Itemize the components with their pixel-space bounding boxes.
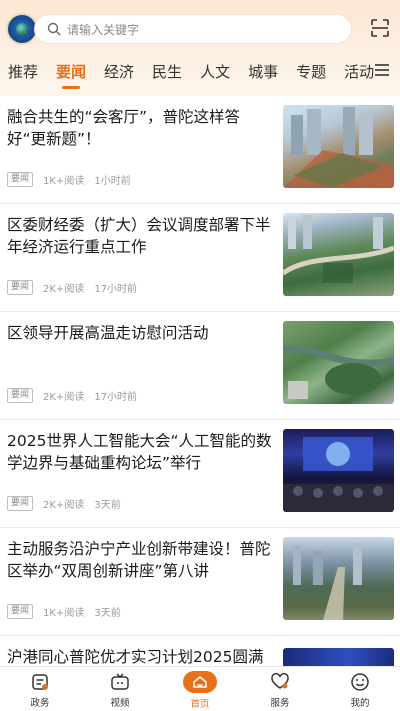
news-thumbnail — [283, 321, 394, 404]
read-count: 2K+阅读 — [43, 392, 85, 403]
tv-icon — [111, 673, 129, 690]
news-tag: 要闻 — [7, 496, 34, 511]
news-thumbnail — [283, 105, 394, 188]
news-title: 沪港同心普陀优才实习计划2025圆满收 — [7, 648, 264, 666]
tab-city[interactable]: 城事 — [248, 61, 278, 82]
news-item[interactable]: 融合共生的“会客厅”，普陀这样答好“更新题”！ 要闻 1K+阅读 1小时前 — [0, 96, 400, 204]
tab-topics[interactable]: 专题 — [296, 61, 326, 82]
news-item[interactable]: 主动服务沿沪宁产业创新带建设！普陀区举办“双周创新讲座”第八讲 要闻 1K+阅读… — [0, 528, 400, 636]
nav-label: 政务 — [30, 698, 50, 709]
publish-time: 3天前 — [94, 500, 121, 511]
tab-livelihood[interactable]: 民生 — [152, 61, 182, 82]
news-title: 2025世界人工智能大会“人工智能的数学边界与基础重构论坛”举行 — [7, 432, 272, 472]
news-meta: 要闻 2K+阅读 3天前 — [7, 496, 121, 511]
news-item[interactable]: 2025世界人工智能大会“人工智能的数学边界与基础重构论坛”举行 要闻 2K+阅… — [0, 420, 400, 528]
read-count: 1K+阅读 — [43, 176, 85, 187]
news-item[interactable]: 沪港同心普陀优才实习计划2025圆满收 — [0, 636, 400, 666]
nav-mine[interactable]: 我的 — [320, 667, 400, 709]
heart-hand-icon — [271, 673, 289, 689]
nav-government[interactable]: 政务 — [0, 667, 80, 709]
channel-tabs: 推荐 要闻 经济 民生 人文 城事 专题 活动 — [0, 56, 374, 86]
news-title: 融合共生的“会客厅”，普陀这样答好“更新题”！ — [7, 108, 241, 148]
bottom-navigation: 政务 视频 首页 服务 我的 — [0, 666, 400, 711]
search-placeholder: 请输入关键字 — [67, 22, 140, 37]
news-thumbnail — [283, 429, 394, 512]
publish-time: 17小时前 — [94, 284, 138, 295]
smiley-icon — [351, 673, 369, 691]
news-tag: 要闻 — [7, 388, 34, 403]
tab-economy[interactable]: 经济 — [104, 61, 134, 82]
news-item[interactable]: 区委财经委（扩大）会议调度部署下半年经济运行重点工作 要闻 2K+阅读 17小时… — [0, 204, 400, 312]
scan-icon[interactable] — [370, 18, 390, 38]
nav-video[interactable]: 视频 — [80, 667, 160, 709]
news-title: 主动服务沿沪宁产业创新带建设！普陀区举办“双周创新讲座”第八讲 — [7, 540, 271, 580]
news-tag: 要闻 — [7, 172, 34, 187]
news-meta: 要闻 1K+阅读 3天前 — [7, 604, 121, 619]
publish-time: 17小时前 — [94, 392, 138, 403]
nav-label: 我的 — [350, 698, 370, 709]
menu-icon[interactable] — [374, 62, 390, 78]
nav-label: 服务 — [270, 698, 290, 709]
government-icon — [32, 674, 48, 690]
nav-service[interactable]: 服务 — [240, 667, 320, 709]
app-header: 请输入关键字 推荐 要闻 经济 民生 人文 城事 专题 活动 — [0, 0, 400, 96]
read-count: 2K+阅读 — [43, 500, 85, 511]
home-icon — [183, 671, 217, 693]
news-tag: 要闻 — [7, 280, 34, 295]
read-count: 2K+阅读 — [43, 284, 85, 295]
nav-home[interactable]: 首页 — [160, 667, 240, 710]
tab-recommend[interactable]: 推荐 — [8, 61, 38, 82]
news-feed: 融合共生的“会客厅”，普陀这样答好“更新题”！ 要闻 1K+阅读 1小时前 区委… — [0, 96, 400, 666]
tab-events[interactable]: 活动 — [344, 61, 374, 82]
news-title: 区委财经委（扩大）会议调度部署下半年经济运行重点工作 — [7, 216, 271, 256]
news-thumbnail — [283, 648, 394, 666]
nav-label: 视频 — [110, 698, 130, 709]
tab-culture[interactable]: 人文 — [200, 61, 230, 82]
news-thumbnail — [283, 213, 394, 296]
nav-label: 首页 — [190, 699, 210, 710]
tab-headlines[interactable]: 要闻 — [56, 61, 86, 82]
read-count: 1K+阅读 — [43, 608, 85, 619]
search-icon — [47, 22, 61, 36]
news-meta: 要闻 1K+阅读 1小时前 — [7, 172, 131, 187]
news-tag: 要闻 — [7, 604, 34, 619]
news-thumbnail — [283, 537, 394, 620]
top-bar: 请输入关键字 — [0, 10, 400, 50]
news-meta: 要闻 2K+阅读 17小时前 — [7, 388, 137, 403]
news-meta: 要闻 2K+阅读 17小时前 — [7, 280, 137, 295]
publish-time: 1小时前 — [94, 176, 131, 187]
news-item[interactable]: 区领导开展高温走访慰问活动 要闻 2K+阅读 17小时前 — [0, 312, 400, 420]
news-title: 区领导开展高温走访慰问活动 — [7, 324, 209, 342]
publish-time: 3天前 — [94, 608, 121, 619]
search-box[interactable]: 请输入关键字 — [34, 14, 352, 44]
